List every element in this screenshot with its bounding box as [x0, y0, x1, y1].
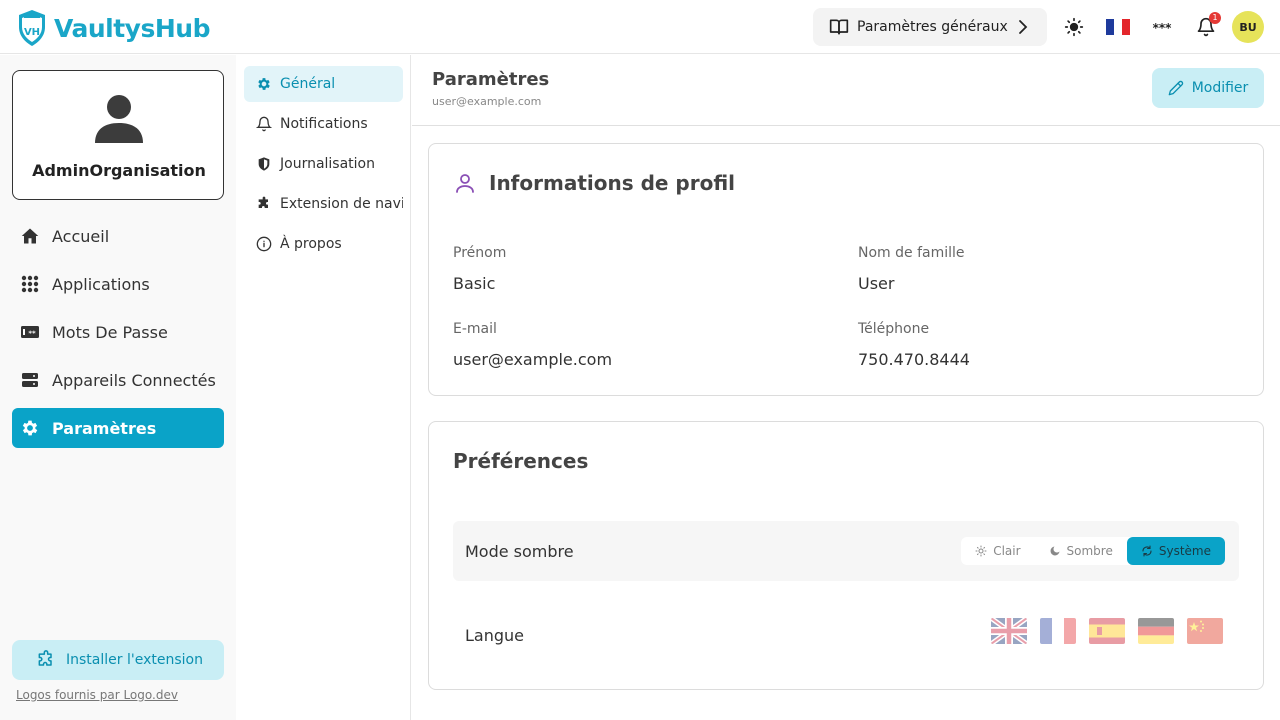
refresh-icon — [1141, 545, 1153, 557]
dark-mode-toggle: Clair Sombre Système — [961, 537, 1225, 565]
first-name-value: Basic — [453, 274, 496, 293]
user-icon — [95, 95, 143, 143]
asterisks-icon: *** — [1153, 21, 1173, 34]
home-icon — [20, 226, 40, 246]
modify-button[interactable]: Modifier — [1152, 68, 1264, 108]
chevron-right-icon — [1019, 20, 1028, 34]
submenu-item-label: Notifications — [280, 116, 368, 132]
fr-flag-icon — [1106, 19, 1130, 35]
email-value: user@example.com — [453, 350, 613, 369]
gear-icon — [20, 418, 40, 438]
svg-text:***: *** — [1153, 21, 1173, 34]
mode-option-sombre[interactable]: Sombre — [1035, 537, 1127, 565]
settings-submenu: Général Notifications Journalisation Ext… — [236, 55, 411, 720]
preferences-card: Préférences Mode sombre Clair Sombre Sys… — [428, 421, 1264, 690]
sidebar-item-label: Paramètres — [52, 418, 157, 438]
email-label: E-mail — [453, 321, 497, 337]
dark-mode-label: Mode sombre — [465, 541, 574, 561]
es-flag-icon[interactable] — [1089, 618, 1125, 644]
phone-label: Téléphone — [858, 321, 930, 337]
first-name-label: Prénom — [453, 245, 507, 261]
de-flag-icon[interactable] — [1138, 618, 1174, 644]
uk-flag-icon[interactable] — [991, 618, 1027, 644]
last-name-label: Nom de famille — [858, 245, 965, 261]
sidebar-item-mots-de-passe[interactable]: ** Mots De Passe — [12, 312, 224, 352]
info-icon — [256, 236, 272, 252]
user-outline-icon — [456, 174, 474, 193]
server-icon — [20, 370, 40, 390]
sun-icon — [975, 545, 987, 557]
sidebar-item-accueil[interactable]: Accueil — [12, 216, 224, 256]
cn-flag-icon[interactable] — [1187, 618, 1223, 644]
sun-icon — [1064, 17, 1084, 37]
dark-mode-row: Mode sombre Clair Sombre Système — [453, 521, 1239, 581]
fr-flag-icon[interactable] — [1040, 618, 1076, 644]
password-menu-button[interactable]: *** — [1150, 15, 1174, 39]
sidebar-item-label: Mots De Passe — [52, 322, 168, 342]
sidebar-item-label: Applications — [52, 274, 150, 294]
language-label: Langue — [465, 625, 524, 645]
phone-value: 750.470.8444 — [858, 350, 970, 369]
last-name-value: User — [858, 274, 895, 293]
mode-option-label: Clair — [993, 544, 1021, 558]
general-settings-label: Paramètres généraux — [857, 19, 1008, 35]
main-content: Paramètres user@example.com Modifier Inf… — [412, 55, 1280, 720]
profile-card-title: Informations de profil — [489, 171, 736, 195]
submenu-item-notifications[interactable]: Notifications — [244, 106, 403, 142]
password-icon: ** — [20, 322, 40, 342]
mode-option-clair[interactable]: Clair — [961, 537, 1034, 565]
language-row: Langue — [453, 605, 1239, 665]
general-settings-button[interactable]: Paramètres généraux — [813, 8, 1047, 46]
svg-text:**: ** — [28, 330, 36, 338]
brand-logo[interactable]: VH VaultysHub — [16, 8, 210, 48]
page-header: Paramètres user@example.com Modifier — [412, 55, 1280, 126]
book-icon — [829, 19, 849, 35]
notification-badge: 1 — [1209, 12, 1221, 24]
mode-option-label: Système — [1158, 544, 1211, 558]
submenu-item-label: Journalisation — [280, 156, 375, 172]
profile-card: Informations de profil Prénom Basic Nom … — [428, 143, 1264, 396]
submenu-item-label: Extension de navi — [280, 196, 403, 212]
organisation-card[interactable]: AdminOrganisation — [12, 70, 224, 200]
pencil-icon — [1168, 80, 1184, 96]
submenu-item-general[interactable]: Général — [244, 66, 403, 102]
sidebar-item-parametres[interactable]: Paramètres — [12, 408, 224, 448]
language-flags — [991, 618, 1223, 644]
submenu-item-a-propos[interactable]: À propos — [244, 226, 403, 262]
bell-icon — [256, 116, 272, 132]
logos-credit-link[interactable]: Logos fournis par Logo.dev — [16, 688, 178, 702]
sidebar: AdminOrganisation Accueil Applications *… — [0, 55, 236, 720]
sidebar-item-label: Appareils Connectés — [52, 370, 216, 390]
preferences-card-title: Préférences — [453, 449, 589, 473]
puzzle-icon — [36, 650, 56, 670]
install-extension-button[interactable]: Installer l'extension — [12, 640, 224, 680]
brand-name: VaultysHub — [54, 13, 210, 43]
shield-logo-icon: VH — [19, 10, 45, 46]
brand-badge: VH — [24, 27, 40, 38]
user-avatar[interactable]: BU — [1232, 11, 1264, 43]
language-button[interactable] — [1106, 15, 1130, 39]
install-extension-label: Installer l'extension — [66, 652, 203, 668]
submenu-item-label: À propos — [280, 236, 342, 252]
grid-icon — [20, 274, 40, 294]
page-title: Paramètres — [432, 69, 550, 90]
puzzle-icon — [256, 196, 272, 212]
gear-icon — [256, 76, 272, 92]
submenu-item-label: Général — [280, 76, 336, 92]
mode-option-label: Sombre — [1066, 544, 1113, 558]
organisation-name: AdminOrganisation — [32, 161, 206, 180]
submenu-item-journalisation[interactable]: Journalisation — [244, 146, 403, 182]
mode-option-systeme[interactable]: Système — [1126, 537, 1225, 565]
sidebar-item-appareils-connectes[interactable]: Appareils Connectés — [12, 360, 224, 400]
sidebar-item-label: Accueil — [52, 226, 110, 246]
top-bar: VH VaultysHub Paramètres généraux *** 1 … — [0, 0, 1280, 54]
theme-toggle-button[interactable] — [1062, 15, 1086, 39]
submenu-item-extension[interactable]: Extension de navi — [244, 186, 403, 222]
modify-label: Modifier — [1191, 80, 1249, 96]
page-subtitle: user@example.com — [432, 95, 542, 108]
moon-icon — [1049, 545, 1061, 557]
shield-icon — [256, 156, 272, 172]
sidebar-item-applications[interactable]: Applications — [12, 264, 224, 304]
